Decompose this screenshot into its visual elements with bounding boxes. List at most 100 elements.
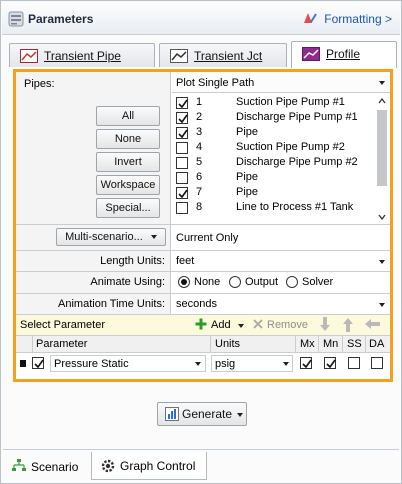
- pipe-checkbox[interactable]: [176, 187, 188, 199]
- animation-time-units-value: seconds: [176, 298, 217, 310]
- ss-checkbox[interactable]: [348, 357, 360, 369]
- tab-scenario[interactable]: Scenario: [5, 452, 91, 480]
- pipe-list-item[interactable]: 3 Pipe: [176, 126, 376, 140]
- multi-scenario-label: Multi-scenario...: [65, 231, 143, 243]
- pipe-checkbox[interactable]: [176, 127, 188, 139]
- mx-checkbox[interactable]: [300, 357, 312, 369]
- animate-solver-label[interactable]: Solver: [302, 276, 333, 288]
- add-icon[interactable]: [195, 318, 207, 330]
- length-units-select[interactable]: feet: [172, 251, 390, 271]
- pipe-number: 7: [196, 186, 203, 198]
- view-tabs: Transient Pipe Transient Jct Profile: [9, 41, 399, 68]
- tab-transient-pipe[interactable]: Transient Pipe: [9, 43, 155, 67]
- pipes-select[interactable]: Plot Single Path: [172, 72, 390, 92]
- chart-icon: [20, 49, 38, 63]
- pipe-name: Suction Pipe Pump #2: [236, 141, 345, 153]
- multi-scenario-button[interactable]: Multi-scenario...: [56, 228, 166, 246]
- animate-none-radio[interactable]: [178, 276, 190, 288]
- col-units: Units: [215, 338, 241, 350]
- move-left-icon: [365, 319, 380, 329]
- formatting-icon[interactable]: [302, 10, 318, 26]
- pipe-checkbox[interactable]: [176, 172, 188, 184]
- tab-scenario-label: Scenario: [31, 460, 79, 474]
- pipes-list-scrollbar[interactable]: [376, 96, 388, 222]
- pipe-number: 6: [196, 171, 203, 183]
- panel-header: Parameters Formatting >: [2, 2, 400, 35]
- tab-profile[interactable]: Profile: [291, 41, 397, 68]
- radio-dot: [181, 279, 187, 285]
- divider: [172, 92, 390, 93]
- animate-none-label[interactable]: None: [194, 276, 220, 288]
- pipe-checkbox[interactable]: [176, 157, 188, 169]
- move-down-icon: [320, 317, 330, 331]
- chevron-down-icon: [379, 260, 385, 264]
- pipe-list-item[interactable]: 6 Pipe: [176, 171, 376, 185]
- animate-output-label[interactable]: Output: [245, 276, 278, 288]
- pipe-checkbox[interactable]: [176, 202, 188, 214]
- chevron-down-icon: [283, 362, 289, 366]
- parameter-row[interactable]: Pressure Static psig: [16, 353, 390, 375]
- animate-options: None Output Solver: [172, 272, 390, 293]
- pipe-checkbox[interactable]: [176, 97, 188, 109]
- pipe-list-item[interactable]: 2 Discharge Pipe Pump #1: [176, 111, 376, 125]
- tab-transient-jct[interactable]: Transient Jct: [159, 43, 287, 67]
- pipe-number: 2: [196, 111, 203, 123]
- units-select[interactable]: psig: [211, 355, 293, 372]
- pipes-select-value: Plot Single Path: [176, 77, 255, 89]
- parameter-toolbar: Select Parameter Add Remove: [16, 315, 390, 335]
- generate-label: Generate: [182, 407, 233, 421]
- chevron-up-icon[interactable]: [378, 98, 386, 104]
- workspace-button[interactable]: Workspace: [96, 175, 160, 195]
- scenario-value: Current Only: [176, 232, 239, 244]
- pipe-name: Line to Process #1 Tank: [236, 201, 354, 213]
- generate-button[interactable]: Generate: [157, 402, 247, 426]
- scrollbar-thumb[interactable]: [377, 110, 387, 186]
- special-button[interactable]: Special...: [96, 198, 160, 218]
- pipe-list-item[interactable]: 5 Discharge Pipe Pump #2: [176, 156, 376, 170]
- tab-graph-control[interactable]: Graph Control: [91, 452, 207, 480]
- animate-output-radio[interactable]: [229, 276, 241, 288]
- mn-checkbox[interactable]: [324, 357, 336, 369]
- pipe-checkbox[interactable]: [176, 112, 188, 124]
- da-checkbox[interactable]: [371, 357, 383, 369]
- animate-solver-radio[interactable]: [286, 276, 298, 288]
- parameters-panel: Parameters Formatting > Transient Pipe T…: [0, 0, 402, 484]
- all-button[interactable]: All: [96, 106, 160, 126]
- row-enabled-checkbox[interactable]: [32, 357, 44, 369]
- animation-time-units-select[interactable]: seconds: [172, 294, 390, 314]
- pipe-list-item[interactable]: 8 Line to Process #1 Tank: [176, 201, 376, 215]
- scenario-label-cell: Multi-scenario...: [16, 225, 171, 250]
- chevron-down-icon[interactable]: [237, 413, 243, 417]
- pipe-name: Discharge Pipe Pump #2: [236, 156, 358, 168]
- add-button[interactable]: Add: [211, 319, 231, 331]
- row-selector-icon: [20, 360, 26, 367]
- pipe-number: 5: [196, 156, 203, 168]
- profile-chart-icon: [302, 47, 320, 61]
- formatting-link[interactable]: Formatting >: [324, 12, 392, 26]
- divider: [210, 336, 211, 352]
- scenario-value-cell: Current Only: [172, 225, 390, 250]
- animate-label-cell: Animate Using:: [16, 272, 171, 293]
- bottom-tabs: Scenario Graph Control: [3, 449, 399, 483]
- pipe-checkbox[interactable]: [176, 142, 188, 154]
- invert-button[interactable]: Invert: [96, 152, 160, 172]
- col-da: DA: [369, 338, 385, 350]
- pipe-list-item[interactable]: 1 Suction Pipe Pump #1: [176, 96, 376, 110]
- pipe-number: 1: [196, 96, 203, 108]
- tab-label: Transient Jct: [194, 49, 263, 63]
- pipe-list-item[interactable]: 4 Suction Pipe Pump #2: [176, 141, 376, 155]
- divider: [318, 336, 319, 352]
- parameter-select[interactable]: Pressure Static: [50, 355, 206, 372]
- divider: [365, 336, 366, 352]
- chevron-down-icon: [379, 81, 385, 85]
- pipe-list-item[interactable]: 7 Pipe: [176, 186, 376, 200]
- divider: [32, 336, 33, 352]
- pipe-name: Suction Pipe Pump #1: [236, 96, 345, 108]
- tab-graph-control-label: Graph Control: [120, 459, 196, 473]
- chevron-down-icon[interactable]: [378, 214, 386, 220]
- pipe-name: Pipe: [236, 126, 259, 138]
- none-button[interactable]: None: [96, 129, 160, 149]
- chevron-down-icon[interactable]: [238, 324, 244, 328]
- col-mx: Mx: [300, 338, 315, 350]
- profile-settings-frame: Pipes: Plot Single Path All None Invert …: [13, 69, 393, 382]
